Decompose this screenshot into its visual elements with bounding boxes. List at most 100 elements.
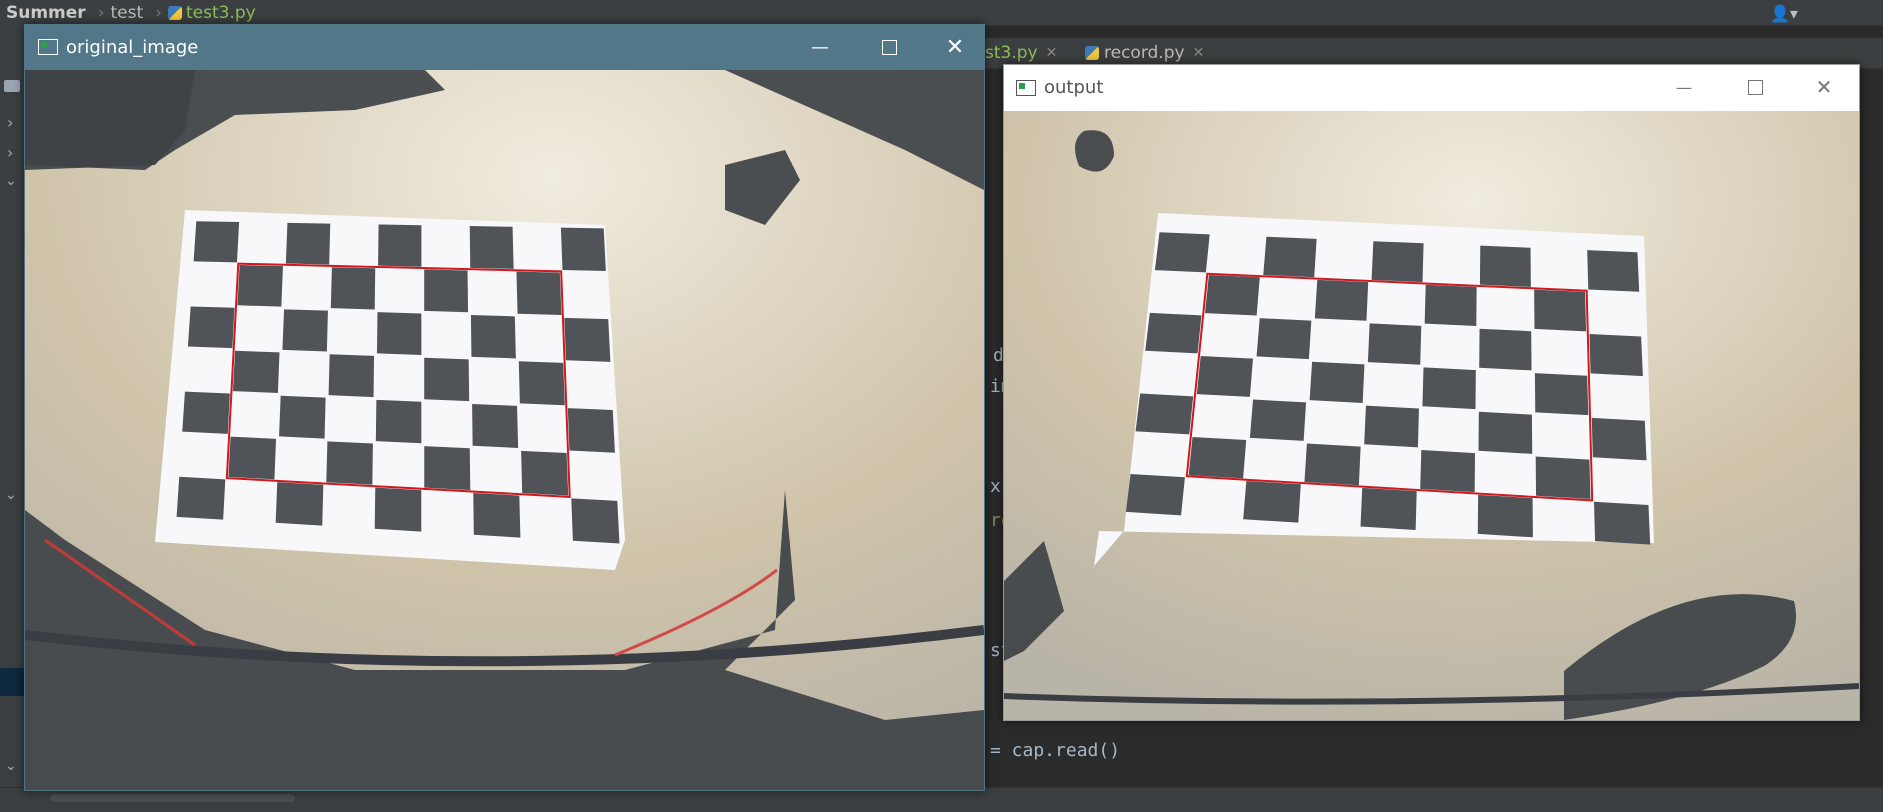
window-title: output [1044, 77, 1104, 98]
checker-square [1135, 393, 1194, 435]
checker-square [1535, 456, 1591, 500]
breadcrumb-separator-icon: › [155, 2, 162, 23]
chevron-down-icon[interactable]: ⌄ [5, 487, 17, 503]
output-corrected-frame [1004, 111, 1859, 720]
original-image-canvas [25, 70, 984, 790]
checker-square [1424, 284, 1477, 327]
original-camera-frame [25, 70, 984, 790]
ide-toolbar-right: 👤▾ [1760, 0, 1883, 25]
close-icon[interactable]: ✕ [1193, 45, 1205, 61]
checker-square [516, 271, 562, 316]
window-titlebar[interactable]: original_image — ✕ [24, 24, 985, 70]
breadcrumb-separator-icon: › [97, 2, 105, 23]
checker-square [1479, 245, 1531, 287]
checker-square [424, 357, 470, 402]
checker-square [518, 361, 565, 406]
checker-square [1188, 437, 1247, 479]
checker-square [1478, 411, 1533, 454]
checker-square [1309, 361, 1365, 404]
close-button[interactable]: ✕ [1799, 72, 1849, 102]
chevron-right-icon[interactable]: › [7, 143, 13, 162]
maximize-icon [1747, 79, 1763, 95]
checker-square [560, 227, 606, 272]
checker-square [1204, 275, 1260, 316]
checker-square [1477, 494, 1533, 538]
checker-square [328, 354, 375, 398]
checker-square [1154, 232, 1210, 273]
breadcrumb-project[interactable]: Summer [6, 3, 86, 23]
checker-square [378, 224, 422, 267]
folder-icon[interactable] [4, 80, 20, 92]
chevron-down-icon[interactable]: ⌄ [5, 758, 17, 774]
checker-square [1589, 333, 1643, 377]
checker-square [375, 399, 422, 444]
tab-label: st3.py [985, 43, 1038, 63]
checker-square [521, 450, 569, 496]
maximize-button[interactable] [1730, 72, 1780, 102]
checker-square [1360, 487, 1417, 530]
code-line[interactable]: = cap.read() [990, 740, 1120, 761]
checker-square [1314, 279, 1369, 321]
checker-square [1534, 289, 1587, 332]
chevron-down-icon[interactable]: ⌄ [5, 173, 17, 189]
minimize-button[interactable]: — [795, 32, 845, 62]
maximize-icon [881, 39, 897, 55]
checker-square [182, 391, 230, 434]
checker-square [187, 306, 235, 349]
breadcrumb-folder[interactable]: test [111, 3, 144, 23]
checker-square [567, 408, 615, 453]
checker-square [1364, 405, 1419, 448]
tab-test3[interactable]: st3.py ✕ [985, 42, 1057, 64]
window-titlebar[interactable]: output — ✕ [1004, 65, 1859, 111]
checker-square [1422, 367, 1476, 410]
checker-square [285, 222, 331, 265]
checker-square [1196, 356, 1254, 397]
window-title: original_image [66, 37, 199, 58]
desk-object [1075, 130, 1114, 172]
checker-square [1420, 450, 1476, 493]
tab-record[interactable]: record.py ✕ [1085, 42, 1204, 64]
checker-square [1594, 501, 1651, 545]
tab-label: record.py [1104, 43, 1185, 63]
checker-square [1534, 373, 1589, 416]
checker-square [571, 498, 620, 544]
output-window[interactable]: output — ✕ [1003, 64, 1860, 721]
minimize-button[interactable]: — [1659, 72, 1709, 102]
checker-square [228, 436, 277, 480]
checker-square [473, 492, 521, 538]
checker-square [469, 226, 514, 269]
selected-row-marker [0, 668, 24, 696]
window-app-icon [38, 39, 58, 55]
checker-square [193, 221, 240, 263]
checker-square [1145, 312, 1202, 354]
checker-square [1371, 241, 1424, 283]
python-file-icon [1085, 46, 1099, 60]
checker-square [564, 317, 611, 362]
checker-square [176, 476, 226, 520]
chevron-right-icon[interactable]: › [7, 113, 13, 132]
checker-square [1125, 474, 1185, 516]
checker-square [470, 315, 516, 359]
checker-square [376, 312, 422, 355]
checker-square [1591, 417, 1647, 461]
close-button[interactable]: ✕ [930, 32, 980, 62]
user-icon[interactable]: 👤▾ [1770, 4, 1798, 23]
window-app-icon [1016, 80, 1036, 96]
checker-square [472, 403, 519, 449]
breadcrumb-file[interactable]: test3.py [186, 3, 256, 23]
checker-square [1256, 318, 1312, 360]
close-icon[interactable]: ✕ [1046, 45, 1058, 61]
checker-square [330, 267, 376, 310]
checker-square [1367, 323, 1422, 365]
checker-square [1249, 399, 1307, 441]
ide-breadcrumb: Summer › test › test3.py [0, 0, 1883, 26]
output-image-canvas [1004, 111, 1859, 720]
maximize-button[interactable] [864, 32, 914, 62]
checker-square [1304, 443, 1361, 486]
checker-square [1243, 480, 1301, 523]
original-image-window[interactable]: original_image — ✕ [24, 24, 985, 791]
python-file-icon [167, 5, 182, 20]
ide-project-strip: › › ⌄ ⌄ ⌄ [0, 25, 24, 811]
horizontal-scrollbar[interactable] [50, 794, 295, 802]
checker-square [1263, 236, 1317, 278]
